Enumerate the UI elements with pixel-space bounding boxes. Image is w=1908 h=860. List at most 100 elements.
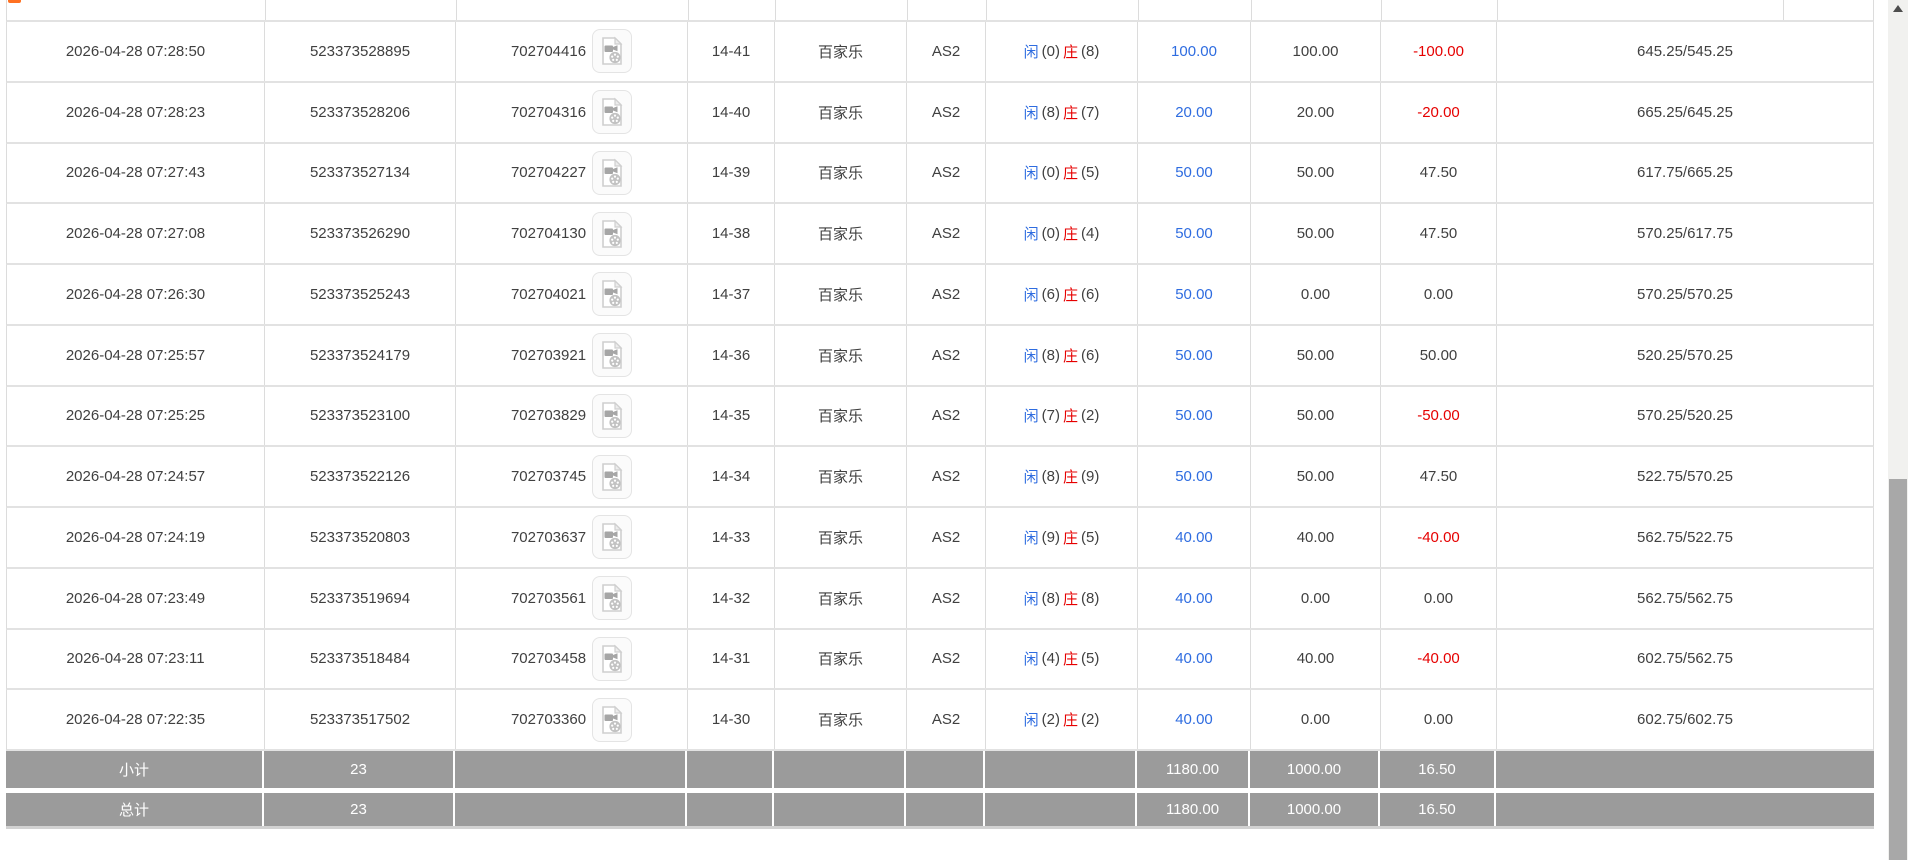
subtotal-cell-table bbox=[906, 751, 985, 788]
cell-round: 14-37 bbox=[688, 265, 775, 324]
banker-label: 庄 bbox=[1063, 104, 1079, 122]
bet-amount-link[interactable]: 50.00 bbox=[1175, 225, 1213, 242]
cell-balance: 665.25/645.25 bbox=[1637, 103, 1733, 121]
subtotal-cell-balance bbox=[1496, 751, 1872, 788]
subtotal-cell-round bbox=[687, 751, 774, 788]
player-label: 闲 bbox=[1023, 347, 1039, 365]
video-replay-button[interactable] bbox=[592, 90, 633, 135]
cell-valid: 50.00 bbox=[1251, 386, 1381, 446]
cell-valid: 40.00 bbox=[1251, 629, 1381, 689]
cell-result: 闲 (8) 庄 (7) bbox=[986, 82, 1138, 142]
cell-bet_id: 523373527134 bbox=[265, 143, 456, 203]
video-file-icon bbox=[602, 36, 623, 66]
cell-bet_id: 523373517502 bbox=[265, 690, 456, 749]
video-replay-button[interactable] bbox=[592, 576, 633, 621]
cell-balance: 602.75/602.75 bbox=[1637, 711, 1733, 729]
cell-balance: 570.25/520.25 bbox=[1637, 407, 1733, 425]
player-points: (8) bbox=[1041, 103, 1060, 121]
cell-bet_id: 523373518484 bbox=[265, 629, 456, 689]
bet-amount-link[interactable]: 40.00 bbox=[1175, 650, 1213, 667]
vertical-scrollbar[interactable] bbox=[1888, 0, 1908, 860]
cell-game: 百家乐 bbox=[775, 204, 907, 263]
video-replay-button[interactable] bbox=[592, 515, 633, 560]
bet-amount-link[interactable]: 50.00 bbox=[1175, 407, 1213, 424]
cell-game: 百家乐 bbox=[775, 22, 907, 81]
video-replay-button[interactable] bbox=[592, 636, 633, 681]
bet-amount-link[interactable]: 50.00 bbox=[1175, 347, 1213, 364]
video-file-icon bbox=[602, 279, 623, 309]
subtotal-cell-win_loss: 16.50 bbox=[1380, 751, 1496, 788]
bet-amount-link[interactable]: 40.00 bbox=[1175, 529, 1213, 546]
cell-game_no: 702703921 bbox=[456, 325, 688, 385]
cell-win_loss: -40.00 bbox=[1381, 508, 1497, 567]
cell-balance: 570.25/570.25 bbox=[1637, 285, 1733, 303]
game-number: 702704227 bbox=[510, 164, 587, 182]
cell-valid: 50.00 bbox=[1251, 143, 1381, 203]
bet-amount-link[interactable]: 50.00 bbox=[1175, 468, 1213, 485]
win-loss-value: 47.50 bbox=[1419, 468, 1458, 486]
video-replay-button[interactable] bbox=[592, 272, 633, 317]
cell-balance: 562.75/562.75 bbox=[1637, 589, 1733, 607]
table-row: 2026-04-28 07:24:57 523373522126 702703745… bbox=[6, 447, 1874, 508]
player-points: (7) bbox=[1041, 407, 1060, 425]
table-row: 2026-04-28 07:22:35 523373517502 702703360… bbox=[6, 690, 1874, 751]
video-replay-button[interactable] bbox=[592, 454, 633, 499]
win-loss-value: 50.00 bbox=[1419, 346, 1458, 364]
cell-time: 2026-04-28 07:24:19 bbox=[7, 508, 265, 567]
video-replay-button[interactable] bbox=[592, 333, 633, 378]
total-cell-game_no bbox=[455, 793, 687, 826]
cell-result: 闲 (7) 庄 (2) bbox=[986, 386, 1138, 446]
scroll-up-button[interactable] bbox=[1888, 0, 1908, 17]
game-number: 702703637 bbox=[510, 528, 587, 546]
video-replay-button[interactable] bbox=[592, 150, 633, 195]
cell-table: AS2 bbox=[907, 325, 986, 385]
total-cell-time: 总计 bbox=[6, 793, 264, 826]
video-replay-button[interactable] bbox=[592, 697, 633, 742]
cell-round: 14-33 bbox=[688, 508, 775, 567]
cell-game_no: 702704316 bbox=[456, 82, 688, 142]
cell-game_no: 702704130 bbox=[456, 204, 688, 263]
video-replay-button[interactable] bbox=[592, 393, 633, 438]
cell-game: 百家乐 bbox=[775, 386, 907, 446]
banker-points: (2) bbox=[1081, 407, 1100, 425]
cell-result: 闲 (8) 庄 (8) bbox=[986, 568, 1138, 628]
cell-bet_id: 523373528895 bbox=[265, 22, 456, 81]
cell-valid: 40.00 bbox=[1251, 508, 1381, 567]
video-file-icon bbox=[602, 583, 623, 612]
cell-game: 百家乐 bbox=[775, 447, 907, 506]
cell-valid: 50.00 bbox=[1251, 447, 1381, 506]
bet-amount-link[interactable]: 40.00 bbox=[1175, 711, 1213, 728]
video-replay-button[interactable] bbox=[592, 211, 633, 256]
banker-label: 庄 bbox=[1063, 43, 1079, 61]
player-label: 闲 bbox=[1023, 43, 1039, 61]
bet-amount-link[interactable]: 20.00 bbox=[1175, 104, 1213, 121]
bet-amount-link[interactable]: 50.00 bbox=[1175, 164, 1213, 181]
bet-amount-link[interactable]: 50.00 bbox=[1175, 286, 1213, 303]
cell-bet: 50.00 bbox=[1138, 204, 1251, 263]
cell-game: 百家乐 bbox=[775, 508, 907, 567]
banker-label: 庄 bbox=[1063, 651, 1079, 669]
cell-round: 14-30 bbox=[688, 690, 775, 749]
cell-bet: 50.00 bbox=[1138, 325, 1251, 385]
cell-game: 百家乐 bbox=[775, 568, 907, 628]
table-top-partial-row bbox=[6, 0, 1874, 22]
bet-amount-link[interactable]: 40.00 bbox=[1175, 590, 1213, 607]
banker-label: 庄 bbox=[1063, 165, 1079, 183]
cell-result: 闲 (8) 庄 (9) bbox=[986, 447, 1138, 506]
bet-amount-link[interactable]: 100.00 bbox=[1171, 43, 1217, 60]
cell-time: 2026-04-28 07:28:23 bbox=[7, 82, 265, 142]
video-file-icon bbox=[602, 522, 623, 552]
video-replay-button[interactable] bbox=[592, 29, 633, 74]
table-row: 2026-04-28 07:28:50 523373528895 702704416… bbox=[6, 22, 1874, 83]
video-file-icon bbox=[602, 462, 623, 491]
video-file-icon bbox=[602, 401, 623, 430]
banker-points: (5) bbox=[1081, 164, 1100, 182]
banker-points: (5) bbox=[1081, 650, 1100, 668]
cell-table: AS2 bbox=[907, 204, 986, 263]
cell-win_loss: -20.00 bbox=[1381, 82, 1497, 142]
cell-game: 百家乐 bbox=[775, 629, 907, 689]
scrollbar-thumb[interactable] bbox=[1889, 479, 1907, 860]
win-loss-value: 0.00 bbox=[1423, 711, 1454, 729]
cell-valid: 50.00 bbox=[1251, 325, 1381, 385]
banker-points: (2) bbox=[1081, 711, 1100, 729]
